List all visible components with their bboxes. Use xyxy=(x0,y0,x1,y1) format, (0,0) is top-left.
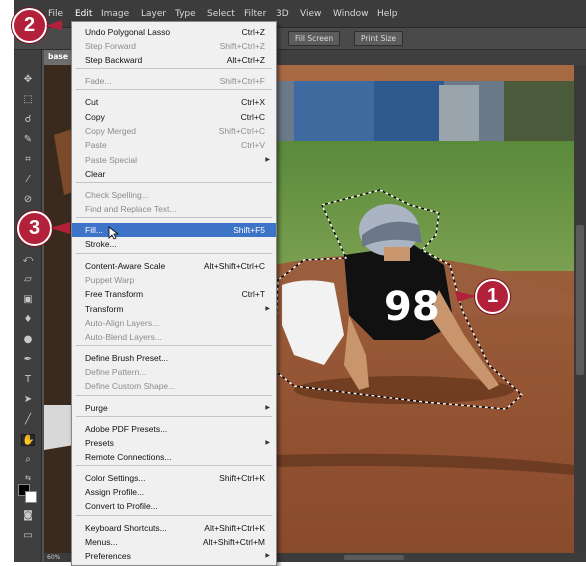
mouse-pointer-icon xyxy=(108,226,120,240)
callout-pointers xyxy=(45,20,476,302)
